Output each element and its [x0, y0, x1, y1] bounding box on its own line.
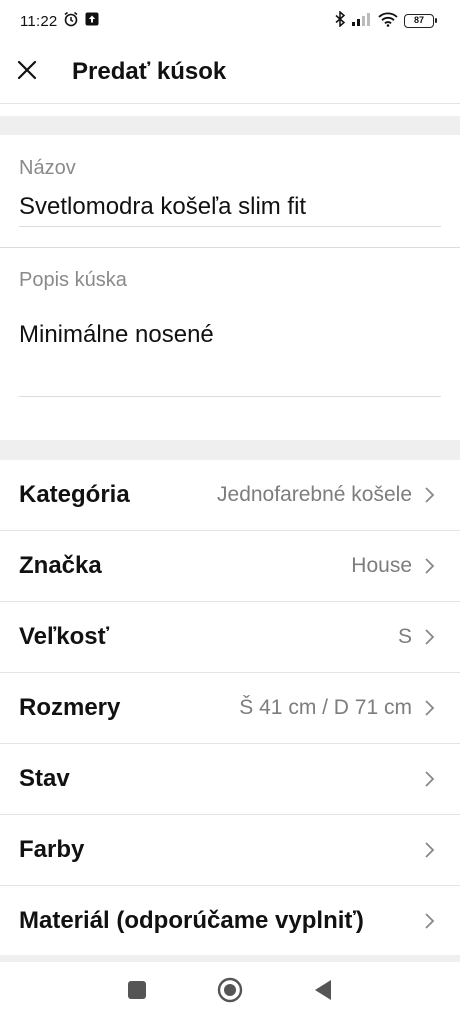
recents-button[interactable] — [117, 972, 157, 1012]
option-row-colors[interactable]: Farby — [0, 815, 460, 886]
chevron-right-icon — [424, 744, 460, 815]
battery-indicator: 87 — [404, 14, 437, 28]
option-value: Jednofarebné košele — [217, 483, 412, 506]
name-field[interactable]: Názov Svetlomodra košeľa slim fit — [0, 135, 460, 247]
signal-icon — [352, 12, 372, 30]
chevron-right-icon — [424, 673, 460, 744]
app-header: Predať kúsok — [0, 42, 460, 102]
description-field-value[interactable]: Minimálne nosené — [19, 321, 214, 349]
upload-notification-icon — [85, 12, 99, 30]
back-button[interactable] — [303, 972, 343, 1012]
description-field[interactable]: Popis kúska Minimálne nosené — [0, 248, 460, 440]
section-gap — [0, 440, 460, 460]
option-label: Materiál (odporúčame vyplniť) — [19, 907, 364, 934]
option-value: Š 41 cm / D 71 cm — [239, 696, 412, 719]
header-divider — [0, 103, 460, 104]
option-row-brand[interactable]: Značka House — [0, 531, 460, 602]
status-bar: 11:22 87 — [0, 0, 460, 42]
alarm-icon — [63, 11, 79, 31]
description-field-label: Popis kúska — [19, 269, 127, 291]
option-label: Stav — [19, 765, 70, 792]
wifi-icon — [378, 12, 398, 31]
bluetooth-icon — [335, 10, 346, 31]
close-icon — [16, 59, 38, 86]
name-field-label: Názov — [19, 157, 76, 179]
option-label: Značka — [19, 552, 102, 579]
close-button[interactable] — [0, 42, 54, 102]
circle-icon — [217, 977, 243, 1008]
item-attributes-list: Kategória Jednofarebné košele Značka Hou… — [0, 460, 460, 957]
option-label: Veľkosť — [19, 623, 110, 650]
option-row-dimensions[interactable]: Rozmery Š 41 cm / D 71 cm — [0, 673, 460, 744]
chevron-right-icon — [424, 460, 460, 531]
option-label: Rozmery — [19, 694, 121, 721]
name-field-value[interactable]: Svetlomodra košeľa slim fit — [19, 193, 306, 221]
option-row-category[interactable]: Kategória Jednofarebné košele — [0, 460, 460, 531]
chevron-right-icon — [424, 886, 460, 957]
option-row-size[interactable]: Veľkosť S — [0, 602, 460, 673]
chevron-right-icon — [424, 531, 460, 602]
chevron-right-icon — [424, 602, 460, 673]
home-button[interactable] — [210, 972, 250, 1012]
description-field-underline — [19, 396, 441, 397]
option-label: Farby — [19, 836, 85, 863]
option-row-condition[interactable]: Stav — [0, 744, 460, 815]
square-icon — [127, 980, 147, 1005]
option-value: House — [351, 554, 412, 577]
section-gap — [0, 116, 460, 135]
option-value: S — [397, 625, 412, 648]
system-navigation-bar — [0, 962, 460, 1022]
option-row-material[interactable]: Materiál (odporúčame vyplniť) — [0, 886, 460, 957]
back-triangle-icon — [313, 979, 333, 1006]
name-field-underline — [19, 226, 441, 227]
status-bar-right: 87 — [335, 10, 437, 31]
option-label: Kategória — [19, 481, 130, 508]
status-bar-left: 11:22 — [20, 11, 99, 31]
chevron-right-icon — [424, 815, 460, 886]
page-title: Predať kúsok — [72, 58, 227, 85]
status-time: 11:22 — [20, 12, 58, 30]
